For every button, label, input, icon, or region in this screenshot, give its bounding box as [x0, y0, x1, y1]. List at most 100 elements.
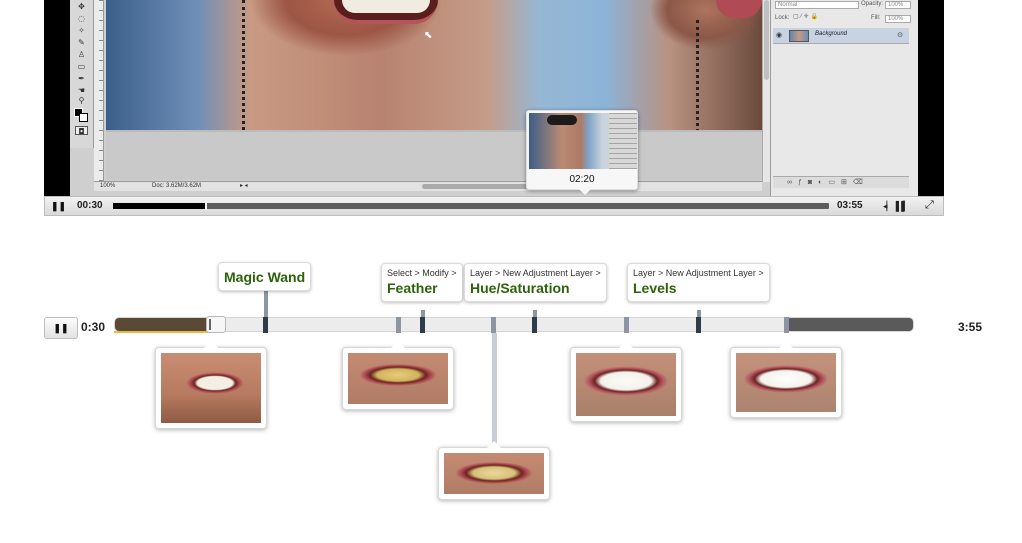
vertical-scroll-thumb[interactable] [764, 0, 769, 80]
chapter-marker[interactable] [532, 317, 537, 333]
eraser-tool-icon: ▭ [77, 62, 86, 71]
vertical-ruler [94, 0, 104, 182]
chapter-title: Levels [633, 280, 677, 296]
vertical-scrollbar[interactable] [762, 0, 770, 182]
volume-icon[interactable]: ◂▏▐▐▎ [883, 201, 910, 212]
seek-bar-playhead[interactable] [205, 202, 208, 210]
chapter-title: Magic Wand [224, 269, 306, 285]
necklace-left [242, 0, 252, 130]
thumbnail-selected-teeth[interactable] [342, 341, 454, 410]
smile-teeth [342, 0, 430, 13]
thumbnail-pointer [204, 341, 218, 348]
chapter-title: Feather [387, 280, 438, 296]
timeline-played-underline [114, 331, 214, 333]
thumbnail-pointer [487, 441, 501, 448]
tool-palette: ✥ ◌ ✧ ✎ ♙ ▭ ✒ ☚ ⚲ ◘ [70, 0, 94, 148]
duration: 03:55 [837, 200, 863, 211]
timeline-pause-button[interactable]: ❚❚ [44, 317, 78, 339]
thumbnail-pointer [391, 341, 405, 348]
zoom-tool-icon: ⚲ [78, 96, 85, 105]
chapter-hue-saturation[interactable]: Layer > New Adjustment Layer > Hue/Satur… [464, 263, 607, 302]
magic-wand-tool-icon: ✧ [78, 26, 85, 35]
timeline-end-time: 3:55 [958, 320, 983, 334]
layer-thumbnail [789, 30, 809, 42]
visibility-eye-icon[interactable]: ◉ [776, 31, 782, 39]
tutorial-video-page: ✥ ◌ ✧ ✎ ♙ ▭ ✒ ☚ ⚲ ◘ ⬉ 100% Doc: 3.62M/3.… [0, 0, 1022, 543]
zoom-level: 100% [100, 183, 116, 189]
preview-pointer [579, 189, 591, 195]
necklace-right [696, 20, 706, 130]
thumbnail-image [736, 353, 836, 412]
chapter-levels[interactable]: Layer > New Adjustment Layer > Levels [627, 263, 770, 302]
thumbnail-image [444, 453, 544, 494]
thumbnail-whitened-teeth[interactable] [570, 341, 682, 422]
thumbnail-marker[interactable] [396, 317, 401, 333]
opacity-label: Opacity: [861, 1, 884, 7]
canvas-pasteboard [106, 130, 762, 180]
thumbnail-pointer [779, 341, 793, 348]
current-time: 00:30 [77, 200, 103, 211]
hand-tool-icon: ☚ [77, 86, 86, 95]
second-smile [716, 0, 762, 18]
chapter-marker[interactable] [420, 317, 425, 333]
preview-thumbnail [529, 113, 637, 169]
thumbnail-marker[interactable] [491, 317, 496, 333]
timeline-playhead[interactable] [206, 316, 226, 333]
pause-button[interactable]: ❚❚ [51, 201, 66, 211]
pen-tool-icon: ✒ [78, 74, 85, 83]
layer-lock-icon: ⊙ [897, 32, 903, 39]
fill-label: Fill: [871, 15, 881, 21]
chapter-menu-path: Layer > New Adjustment Layer > [633, 268, 764, 278]
preview-time: 02:20 [569, 174, 595, 185]
layers-panel: Normal Opacity: 100% Lock: ▢⁄✛🔒 Fill: 10… [770, 0, 918, 196]
thumbnail-marker[interactable] [784, 317, 789, 333]
thumbnail-levels-teeth[interactable] [730, 341, 842, 418]
photo-canvas: ⬉ [106, 0, 762, 130]
chapter-menu-path: Layer > New Adjustment Layer > [470, 268, 601, 278]
seek-preview-tooltip: 02:20 [526, 110, 638, 195]
seek-bar-played [113, 203, 207, 209]
chapter-stem [533, 310, 537, 317]
thumbnail-hue-saturation-teeth[interactable] [438, 441, 550, 500]
lock-icons[interactable]: ▢⁄✛🔒 [793, 13, 820, 22]
fullscreen-icon[interactable]: ⤢ [925, 199, 934, 212]
chapter-stem [697, 310, 701, 317]
layers-panel-buttons[interactable]: ∞ƒ◙◐▭⊞⌫ [773, 176, 909, 188]
timeline-played [115, 318, 215, 331]
doc-size: Doc: 3.62M/3.62M [152, 183, 202, 189]
seek-bar[interactable] [113, 202, 829, 210]
quick-mask-icon: ◘ [75, 126, 88, 136]
timeline-track[interactable] [114, 317, 914, 332]
thumbnail-image [576, 353, 676, 416]
player-controls: ❚❚ 00:30 03:55 ◂▏▐▐▎ ⤢ [44, 196, 944, 216]
chapter-feather[interactable]: Select > Modify > Feather [381, 263, 463, 302]
blend-mode-select[interactable]: Normal [775, 1, 859, 9]
timeline-end-segment [787, 318, 913, 331]
fill-field[interactable]: 100% [885, 15, 911, 23]
stamp-tool-icon: ♙ [77, 50, 86, 59]
chapter-marker[interactable] [263, 317, 268, 333]
thumbnail-stem [492, 333, 497, 449]
lasso-tool-icon: ◌ [78, 14, 85, 23]
layer-row-background[interactable]: ◉ Background ⊙ [773, 28, 909, 44]
chapter-stem [264, 291, 268, 317]
photoshop-screen: ✥ ◌ ✧ ✎ ♙ ▭ ✒ ☚ ⚲ ◘ ⬉ 100% Doc: 3.62M/3.… [70, 0, 918, 196]
brush-tool-icon: ✎ [78, 38, 85, 47]
mouse-cursor-icon: ⬉ [424, 30, 433, 41]
status-arrow-icon: ▸ ◂ [240, 183, 248, 189]
layer-name: Background [815, 31, 848, 37]
chapter-magic-wand[interactable]: Magic Wand [218, 262, 312, 291]
move-tool-icon: ✥ [78, 2, 85, 11]
chapter-stem [421, 310, 425, 317]
background-color-swatch [79, 113, 88, 122]
chapter-title: Hue/Saturation [470, 280, 570, 296]
timeline-start-time: 0:30 [81, 320, 106, 334]
video-player[interactable]: ✥ ◌ ✧ ✎ ♙ ▭ ✒ ☚ ⚲ ◘ ⬉ 100% Doc: 3.62M/3.… [44, 0, 944, 196]
thumbnail-pointer [619, 341, 633, 348]
thumbnail-marker[interactable] [624, 317, 629, 333]
thumbnail-original-smile[interactable] [155, 341, 267, 429]
chapter-marker[interactable] [696, 317, 701, 333]
thumbnail-image [348, 353, 448, 404]
opacity-field[interactable]: 100% [885, 1, 911, 9]
preview-panel [609, 113, 637, 169]
